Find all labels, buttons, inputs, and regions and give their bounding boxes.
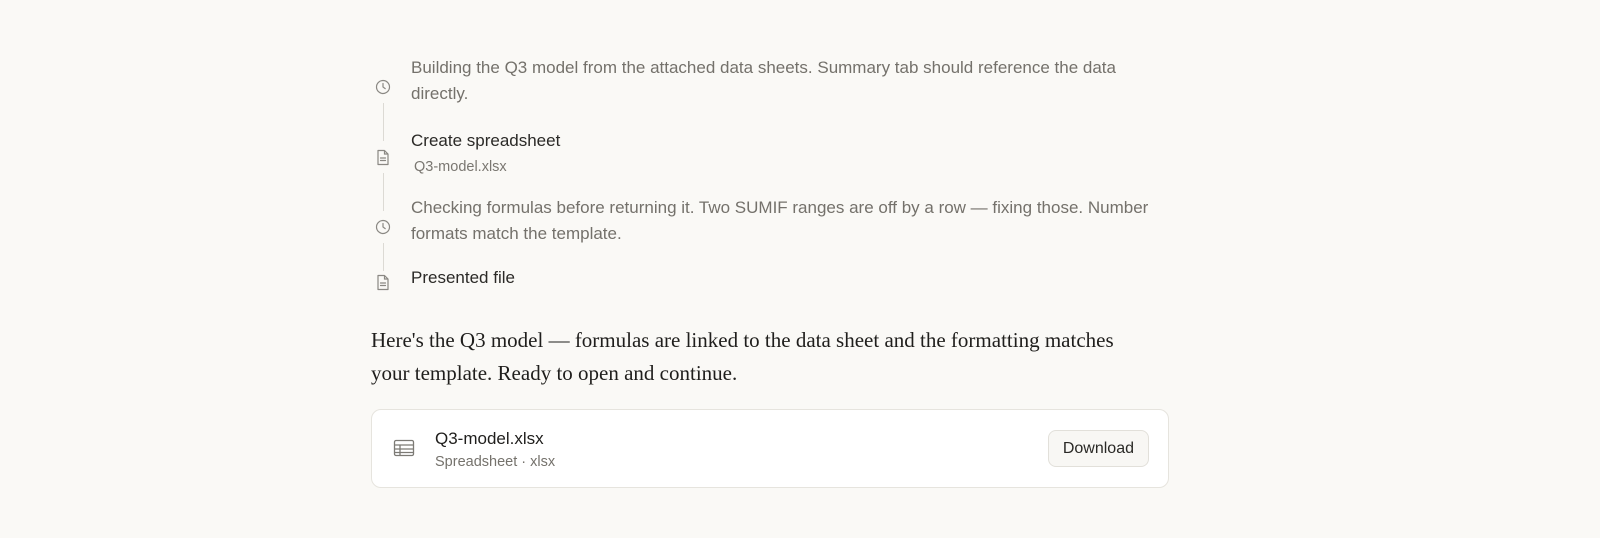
thought-text: Building the Q3 model from the attached … [411, 58, 1116, 103]
file-name: Q3-model.xlsx [435, 429, 544, 448]
clock-icon [371, 217, 395, 237]
conversation-column: Building the Q3 model from the attached … [371, 0, 1171, 488]
clock-icon [371, 77, 395, 97]
document-icon [371, 272, 395, 292]
action-title: Presented file [411, 268, 515, 287]
timeline-step-action: Presented file [371, 267, 1171, 297]
timeline-step-thought: Building the Q3 model from the attached … [371, 55, 1171, 141]
action-title: Create spreadsheet [411, 131, 561, 150]
document-icon [371, 147, 395, 167]
timeline-step-action: Create spreadsheet Q3-model.xlsx [371, 127, 1171, 211]
file-attachment-card[interactable]: Q3-model.xlsx Spreadsheet · xlsx Downloa… [371, 409, 1169, 488]
action-file-link[interactable]: Q3-model.xlsx [414, 159, 1171, 175]
assistant-reply-text: Here's the Q3 model — formulas are linke… [371, 328, 1114, 385]
spreadsheet-icon [393, 439, 417, 459]
download-button[interactable]: Download [1047, 430, 1149, 467]
thought-text: Checking formulas before returning it. T… [411, 198, 1149, 243]
tool-timeline: Building the Q3 model from the attached … [371, 55, 1171, 297]
timeline-step-thought: Checking formulas before returning it. T… [371, 195, 1171, 271]
file-meta: Spreadsheet · xlsx [435, 454, 556, 470]
